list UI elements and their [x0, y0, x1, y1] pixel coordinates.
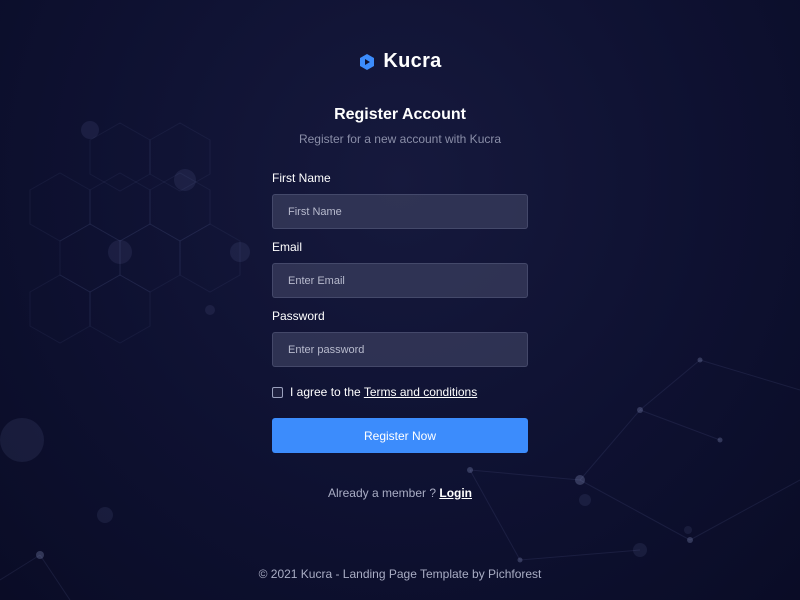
page-subtitle: Register for a new account with Kucra — [298, 132, 502, 146]
footer-copyright: © 2021 Kucra - Landing Page Template by … — [258, 567, 542, 581]
first-name-input[interactable] — [272, 194, 528, 229]
email-input[interactable] — [272, 263, 528, 298]
brand-logo[interactable]: Kucra — [0, 50, 800, 73]
terms-row: I agree to the Terms and conditions — [272, 384, 528, 400]
hexagon-logo-icon — [360, 53, 375, 70]
register-button[interactable]: Register Now — [272, 418, 528, 453]
first-name-label: First Name — [272, 171, 331, 185]
login-prompt: Already a member ? Login — [0, 486, 800, 500]
terms-checkbox[interactable] — [272, 386, 283, 398]
password-input[interactable] — [272, 332, 528, 367]
page-title: Register Account — [334, 106, 466, 123]
terms-prefix: I agree to the — [290, 385, 364, 399]
terms-link[interactable]: Terms and conditions — [364, 385, 477, 399]
terms-label: I agree to the Terms and conditions — [290, 385, 477, 399]
password-label: Password — [272, 309, 325, 323]
brand-name: Kucra — [383, 50, 442, 72]
register-form: First Name Email Password I agree to the… — [272, 170, 528, 453]
login-link[interactable]: Login — [439, 486, 472, 500]
email-label: Email — [272, 240, 303, 254]
login-prompt-text: Already a member ? — [327, 486, 440, 500]
